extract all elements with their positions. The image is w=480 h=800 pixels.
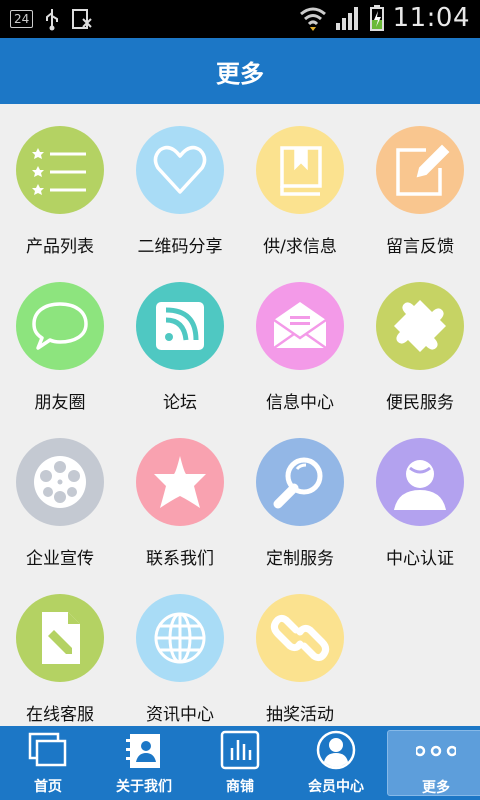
grid-item-contact-us[interactable]: 联系我们 [120,416,240,572]
user-icon [376,438,464,526]
magnifier-icon [256,438,344,526]
grid-item-convenience[interactable]: 便民服务 [360,260,480,416]
grid-item-feedback[interactable]: 留言反馈 [360,104,480,260]
rss-icon [136,282,224,370]
grid-item-label: 中心认证 [386,549,454,569]
more-dots-icon [416,745,456,757]
grid-item-product-list[interactable]: 产品列表 [0,104,120,260]
usb-icon [46,9,59,31]
list-stars-icon [16,126,104,214]
link-icon [256,594,344,682]
tab-member-center[interactable]: 会员中心 [288,726,384,800]
battery-charging-icon [369,5,384,31]
clock: 11:04 [392,3,470,33]
grid-item-label: 供/求信息 [263,237,337,257]
document-edit-icon [16,594,104,682]
globe-icon [136,594,224,682]
star-icon [136,438,224,526]
tab-shop[interactable]: 商铺 [192,726,288,800]
grid-item-supply-demand[interactable]: 供/求信息 [240,104,360,260]
notification-badge: 24 [10,10,34,28]
title-bar: 更多 [0,38,480,104]
grid-item-label: 定制服务 [266,549,334,569]
film-reel-icon [16,438,104,526]
wifi-icon [299,7,326,31]
grid-item-qrcode-share[interactable]: 二维码分享 [120,104,240,260]
book-icon [256,126,344,214]
tab-label: 更多 [422,780,450,796]
grid-item-label: 产品列表 [26,237,94,257]
chart-bars-icon [220,730,260,770]
tab-label: 会员中心 [308,779,364,795]
sim-icon [72,9,92,29]
edit-icon [376,126,464,214]
grid-item-label: 二维码分享 [137,237,223,257]
signal-icon [335,7,358,30]
status-bar: 24 11:04 [0,0,480,38]
grid-item-label: 企业宣传 [26,549,94,569]
home-windows-icon [28,732,67,767]
grid-item-online-support[interactable]: 在线客服 [0,572,120,728]
tab-label: 首页 [34,779,62,795]
grid-item-promotion[interactable]: 企业宣传 [0,416,120,572]
tab-label: 商铺 [226,779,254,795]
grid-item-label: 资讯中心 [146,705,214,725]
tab-label: 关于我们 [116,779,172,795]
envelope-icon [256,282,344,370]
member-avatar-icon [316,730,356,770]
grid-item-lottery[interactable]: 抽奖活动 [240,572,360,728]
puzzle-icon [376,282,464,370]
grid-item-custom-service[interactable]: 定制服务 [240,416,360,572]
contact-card-icon [126,734,160,768]
tab-home[interactable]: 首页 [0,726,96,800]
speech-bubble-icon [16,282,104,370]
grid-item-label: 留言反馈 [386,237,454,257]
grid-item-label: 便民服务 [386,393,454,413]
grid-item-moments[interactable]: 朋友圈 [0,260,120,416]
grid-item-message-center[interactable]: 信息中心 [240,260,360,416]
grid-item-label: 在线客服 [26,705,94,725]
grid-item-label: 信息中心 [266,393,334,413]
feature-grid: 产品列表 二维码分享 供/求信息 留言反馈 朋友圈 论坛 信息中心 便民服务 企… [0,104,480,726]
grid-item-label: 论坛 [163,393,197,413]
bottom-tab-bar: 首页 关于我们 商铺 会员中心 更多 [0,726,480,800]
tab-about-us[interactable]: 关于我们 [96,726,192,800]
page-title: 更多 [216,59,264,88]
grid-item-label: 抽奖活动 [266,705,334,725]
grid-item-certification[interactable]: 中心认证 [360,416,480,572]
grid-item-news-center[interactable]: 资讯中心 [120,572,240,728]
grid-item-forum[interactable]: 论坛 [120,260,240,416]
heart-icon [136,126,224,214]
tab-more[interactable]: 更多 [387,730,480,796]
grid-item-label: 联系我们 [146,549,214,569]
grid-item-label: 朋友圈 [34,393,86,413]
